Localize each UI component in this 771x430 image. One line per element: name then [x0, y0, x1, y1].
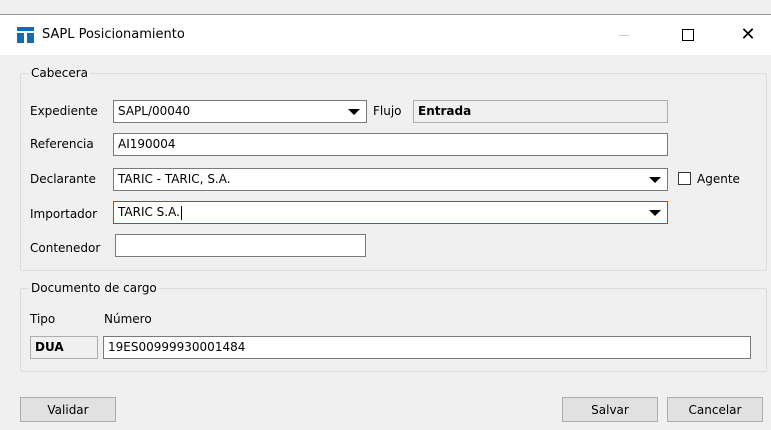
chevron-down-icon[interactable] [348, 109, 360, 115]
cancelar-button-label: Cancelar [688, 402, 742, 417]
maximize-icon [682, 29, 694, 41]
expediente-label: Expediente [30, 104, 98, 118]
contenedor-label: Contenedor [30, 241, 101, 255]
declarante-value: TARIC - TARIC, S.A. [118, 172, 231, 186]
flujo-field: Entrada [413, 100, 668, 123]
salvar-button[interactable]: Salvar [562, 397, 658, 422]
contenedor-input[interactable] [115, 234, 366, 257]
chevron-down-icon[interactable] [649, 177, 661, 183]
validar-button-label: Validar [47, 402, 89, 417]
importador-combobox[interactable]: TARIC S.A. [113, 201, 668, 224]
tipo-label: Tipo [30, 312, 56, 326]
numero-value: 19ES00999930001484 [108, 340, 246, 354]
documento-legend: Documento de cargo [29, 281, 159, 295]
declarante-label: Declarante [30, 172, 96, 186]
chevron-down-icon[interactable] [649, 210, 661, 216]
salvar-button-label: Salvar [591, 402, 629, 417]
importador-value: TARIC S.A. [118, 205, 180, 219]
documento-group: Documento de cargo [20, 281, 767, 372]
validar-button[interactable]: Validar [20, 397, 116, 422]
minimize-button[interactable] [601, 15, 647, 55]
numero-input[interactable]: 19ES00999930001484 [103, 336, 751, 359]
window-title: SAPL Posicionamiento [42, 27, 185, 42]
flujo-label: Flujo [373, 104, 402, 118]
dialog-window: SAPL Posicionamiento ✕ Cabecera Expedien… [0, 0, 771, 430]
expediente-value: SAPL/00040 [118, 104, 191, 118]
tipo-value: DUA [35, 340, 64, 354]
flujo-value: Entrada [418, 104, 472, 118]
cabecera-legend: Cabecera [29, 66, 90, 80]
referencia-input[interactable]: AI190004 [113, 133, 668, 156]
app-logo-icon [17, 27, 34, 43]
close-button[interactable]: ✕ [725, 15, 771, 55]
title-bar: SAPL Posicionamiento ✕ [0, 14, 771, 55]
importador-label: Importador [30, 207, 98, 221]
text-cursor [180, 205, 182, 220]
referencia-label: Referencia [30, 137, 94, 151]
referencia-value: AI190004 [118, 137, 176, 151]
close-icon: ✕ [740, 24, 756, 45]
tipo-field: DUA [30, 336, 98, 359]
minimize-icon [619, 34, 629, 36]
agente-label: Agente [697, 172, 740, 186]
expediente-select[interactable]: SAPL/00040 [113, 100, 367, 123]
agente-checkbox[interactable] [678, 172, 691, 185]
cancelar-button[interactable]: Cancelar [667, 397, 763, 422]
maximize-button[interactable] [665, 15, 711, 55]
declarante-select[interactable]: TARIC - TARIC, S.A. [113, 168, 668, 191]
numero-label: Número [104, 312, 152, 326]
